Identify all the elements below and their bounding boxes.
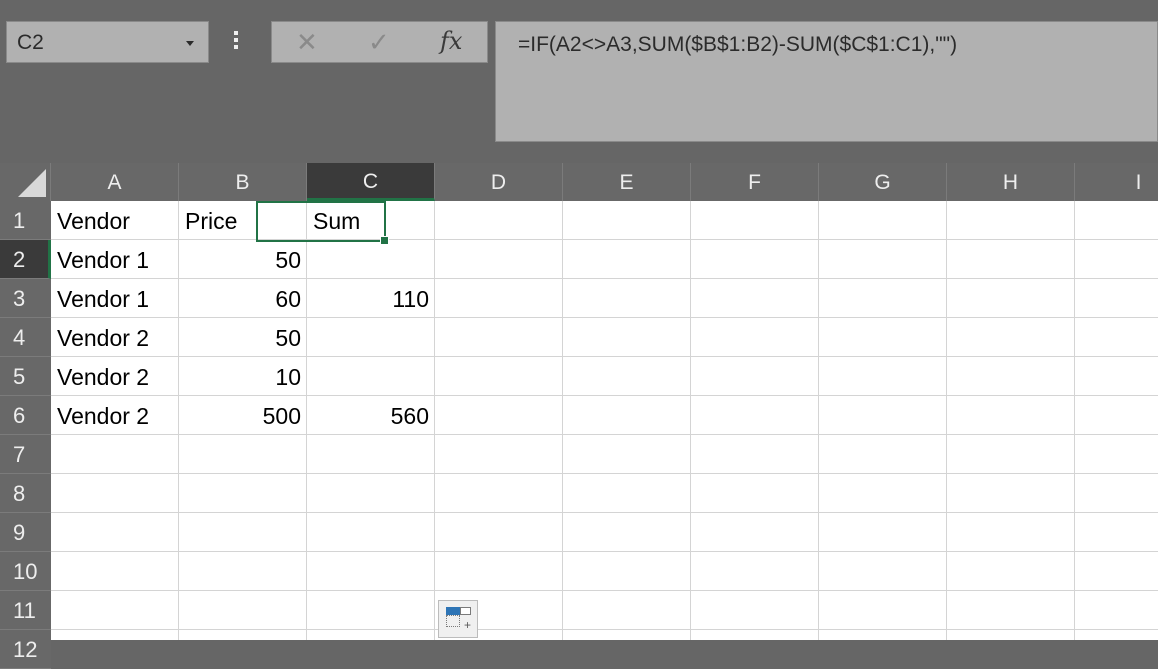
vertical-dots-icon[interactable] <box>234 31 240 51</box>
cell-b2[interactable]: 50 <box>179 240 307 279</box>
fx-icon[interactable]: fx <box>440 27 462 55</box>
row-header-3[interactable]: 3 <box>0 279 51 318</box>
cell-a5[interactable]: Vendor 2 <box>51 357 179 396</box>
column-header-d[interactable]: D <box>435 163 563 201</box>
formula-input[interactable]: =IF(A2<>A3,SUM($B$1:B2)-SUM($C$1:C1),"") <box>495 21 1158 142</box>
name-box-value[interactable]: C2 <box>17 31 44 55</box>
cell-b4[interactable]: 50 <box>179 318 307 357</box>
cell-area[interactable]: Vendor Price Sum Vendor 1 50 Vendor 1 60 110 Ven… <box>51 201 1158 640</box>
cell-c3[interactable]: 110 <box>307 279 435 318</box>
cell-b3[interactable]: 60 <box>179 279 307 318</box>
column-header-f[interactable]: F <box>691 163 819 201</box>
row-header-2[interactable]: 2 <box>0 240 51 279</box>
cell-c2[interactable] <box>307 240 435 279</box>
cell-b6[interactable]: 500 <box>179 396 307 435</box>
select-all-button[interactable] <box>0 163 51 201</box>
formula-text[interactable]: =IF(A2<>A3,SUM($B$1:B2)-SUM($C$1:C1),"") <box>518 33 957 57</box>
cell-a6[interactable]: Vendor 2 <box>51 396 179 435</box>
row-header-10[interactable]: 10 <box>0 552 51 591</box>
row-header-11[interactable]: 11 <box>0 591 51 630</box>
row-header-6[interactable]: 6 <box>0 396 51 435</box>
row-header-7[interactable]: 7 <box>0 435 51 474</box>
cell-c6[interactable]: 560 <box>307 396 435 435</box>
column-header-g[interactable]: G <box>819 163 947 201</box>
row-header-1[interactable]: 1 <box>0 201 51 240</box>
select-all-triangle-icon[interactable] <box>18 169 46 197</box>
name-box[interactable]: C2 <box>6 21 209 63</box>
chevron-down-icon[interactable] <box>186 41 194 46</box>
row-header-8[interactable]: 8 <box>0 474 51 513</box>
column-header-a[interactable]: A <box>51 163 179 201</box>
close-icon[interactable]: ✕ <box>296 28 318 56</box>
row-header-12[interactable]: 12 <box>0 630 51 669</box>
column-header-c[interactable]: C <box>307 163 435 201</box>
column-header-e[interactable]: E <box>563 163 691 201</box>
formula-bar-area: C2 ✕ ✓ fx =IF(A2<>A3,SUM($B$1:B2)-SUM($C… <box>0 0 1158 163</box>
cell-a3[interactable]: Vendor 1 <box>51 279 179 318</box>
checkmark-icon[interactable]: ✓ <box>368 28 390 56</box>
row-header-9[interactable]: 9 <box>0 513 51 552</box>
row-header-4[interactable]: 4 <box>0 318 51 357</box>
column-header-i[interactable]: I <box>1075 163 1158 201</box>
cell-a1[interactable]: Vendor <box>51 201 179 240</box>
worksheet-grid: ABCDEFGHI 1 2 3 4 5 6 7 8 9 10 11 12 Vendor Price Sum… <box>0 163 1158 669</box>
cell-a4[interactable]: Vendor 2 <box>51 318 179 357</box>
formula-buttons: ✕ ✓ fx <box>271 21 488 63</box>
fill-handle[interactable] <box>380 236 389 245</box>
cell-b5[interactable]: 10 <box>179 357 307 396</box>
column-header-b[interactable]: B <box>179 163 307 201</box>
active-cell-border <box>256 201 389 245</box>
row-header-5[interactable]: 5 <box>0 357 51 396</box>
column-header-h[interactable]: H <box>947 163 1075 201</box>
cell-a2[interactable]: Vendor 1 <box>51 240 179 279</box>
paste-options-icon[interactable]: + <box>438 600 478 638</box>
